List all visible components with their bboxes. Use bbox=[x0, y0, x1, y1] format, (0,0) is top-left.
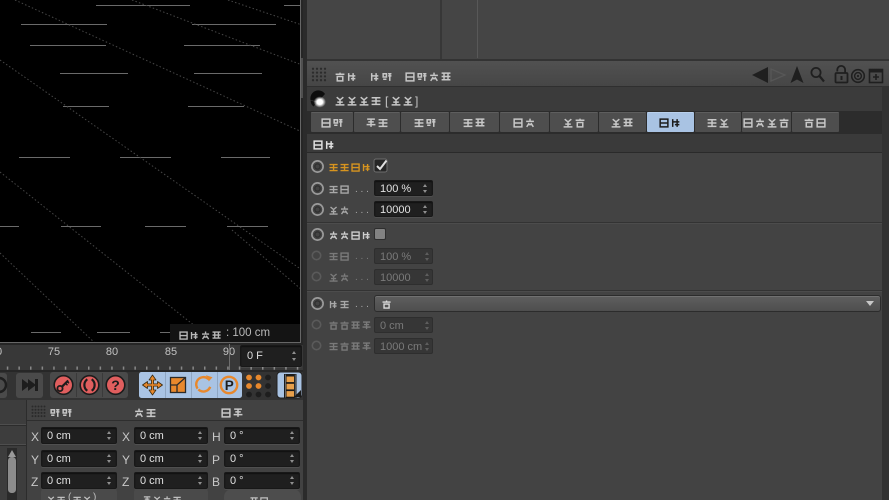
svg-text:P: P bbox=[225, 378, 234, 393]
svg-text:?: ? bbox=[111, 377, 120, 393]
